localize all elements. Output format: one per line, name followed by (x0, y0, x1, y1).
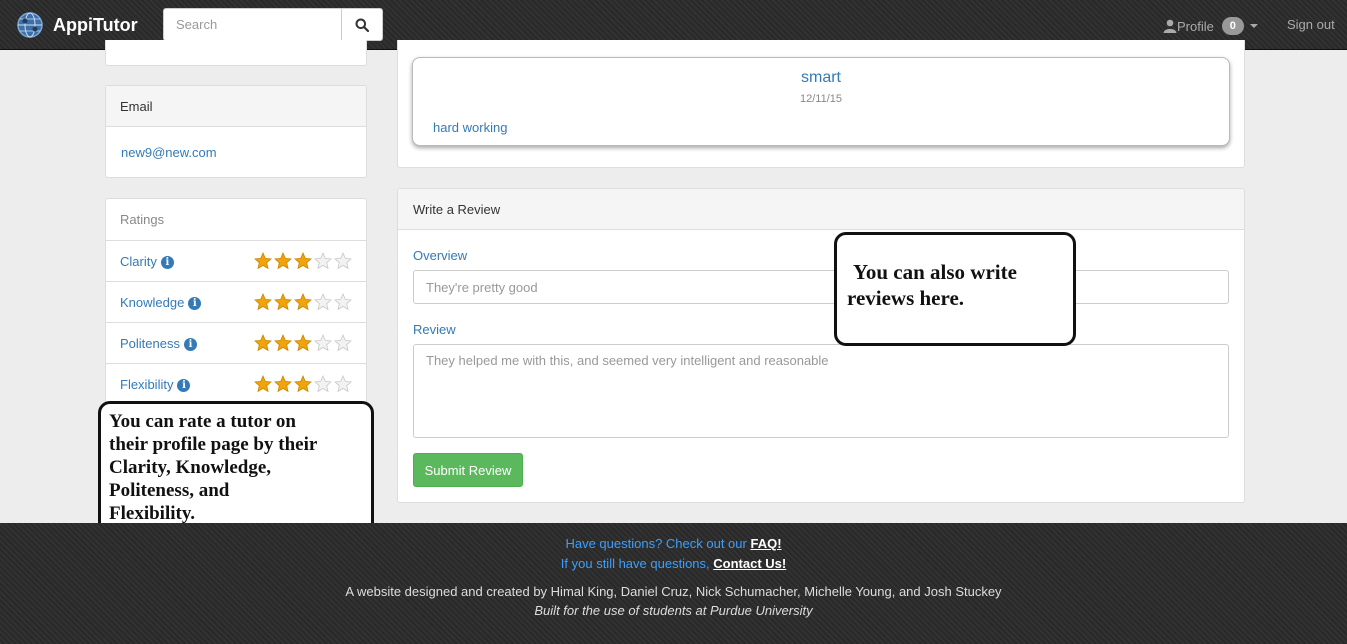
search-bar (163, 8, 383, 41)
review-date: 12/11/15 (799, 93, 842, 105)
star-empty-icon[interactable] (314, 334, 332, 352)
star-rating[interactable] (254, 375, 354, 393)
sidebar-previous-panel (105, 40, 367, 66)
chevron-down-icon (1249, 24, 1258, 28)
star-rating[interactable] (254, 334, 354, 352)
star-filled-icon[interactable] (294, 293, 312, 311)
search-button[interactable] (342, 8, 383, 41)
star-filled-icon[interactable] (254, 293, 272, 311)
brand[interactable]: AppiTutor (16, 10, 138, 40)
star-filled-icon[interactable] (274, 334, 292, 352)
rating-row: Flexibility i (106, 363, 366, 404)
star-empty-icon[interactable] (334, 334, 352, 352)
callout-line: Politeness, and (109, 480, 230, 501)
brand-name[interactable]: AppiTutor (53, 15, 138, 36)
star-filled-icon[interactable] (254, 334, 272, 352)
star-filled-icon[interactable] (254, 252, 272, 270)
write-review-heading: Write a Review (398, 189, 1244, 230)
callout-line: their profile page by their (109, 434, 318, 455)
info-icon[interactable]: i (183, 338, 197, 351)
review-title: smart (801, 69, 841, 86)
search-icon (355, 18, 369, 32)
rating-label-text: Flexibility (120, 377, 174, 392)
callout-line: You can also write (853, 260, 1017, 284)
star-filled-icon[interactable] (274, 252, 292, 270)
faq-link[interactable]: FAQ! (750, 536, 781, 551)
ratings-heading: Ratings (120, 212, 165, 227)
email-value[interactable]: new9@new.com (121, 145, 217, 160)
star-rating[interactable] (254, 252, 354, 270)
credits-text: A website designed and created by Himal … (345, 584, 1002, 599)
review-card: smart 12/11/15 hard working (412, 57, 1230, 146)
star-rating[interactable] (254, 293, 354, 311)
info-icon[interactable]: i (188, 297, 202, 310)
rating-row: Knowledge i (106, 281, 366, 322)
contact-line: If you still have questions, Contact Us! (0, 556, 1347, 571)
star-filled-icon[interactable] (294, 334, 312, 352)
callout-line: reviews here. (847, 286, 965, 310)
globe-logo-icon (17, 12, 43, 38)
star-empty-icon[interactable] (334, 375, 352, 393)
sign-out-link[interactable]: Sign out (1287, 17, 1335, 32)
rating-callout: You can rate a tutor on their profile pa… (98, 401, 374, 536)
email-panel: Email new9@new.com (105, 85, 367, 178)
faq-line: Have questions? Check out our FAQ! (0, 536, 1347, 551)
star-filled-icon[interactable] (294, 375, 312, 393)
footer: Have questions? Check out our FAQ! If yo… (0, 523, 1347, 644)
info-icon[interactable]: i (177, 379, 191, 392)
rating-row: Politeness i (106, 322, 366, 363)
user-icon (1163, 19, 1177, 33)
submit-review-button[interactable]: Submit Review (413, 453, 523, 487)
star-filled-icon[interactable] (294, 252, 312, 270)
star-filled-icon[interactable] (254, 375, 272, 393)
rating-label: Clarity i (120, 254, 174, 269)
rating-label: Politeness i (120, 336, 197, 351)
star-filled-icon[interactable] (274, 375, 292, 393)
rating-label: Knowledge i (120, 295, 202, 310)
overview-input[interactable] (413, 270, 1229, 304)
star-empty-icon[interactable] (314, 293, 332, 311)
callout-line: Clarity, Knowledge, (109, 457, 272, 478)
info-icon[interactable]: i (160, 256, 174, 269)
star-empty-icon[interactable] (334, 252, 352, 270)
rating-label-text: Politeness (120, 336, 180, 351)
rating-label-text: Knowledge (120, 295, 185, 310)
star-empty-icon[interactable] (334, 293, 352, 311)
email-heading: Email (106, 86, 366, 127)
callout-line: Flexibility. (109, 503, 196, 524)
faq-prefix: Have questions? Check out our (565, 536, 747, 551)
write-review-callout: You can also write reviews here. (834, 232, 1076, 346)
star-empty-icon[interactable] (314, 375, 332, 393)
contact-link[interactable]: Contact Us! (713, 556, 786, 571)
review-body: hard working (433, 120, 508, 135)
built-for-text: Built for the use of students at Purdue … (534, 603, 813, 618)
profile-dropdown[interactable]: Profile 0 (1163, 17, 1258, 35)
search-input[interactable] (163, 8, 342, 41)
ratings-panel: Ratings Clarity i Knowledge i Politeness i Fle… (105, 198, 367, 404)
profile-label: Profile (1177, 18, 1214, 34)
rating-label: Flexibility i (120, 377, 191, 392)
overview-label: Overview (413, 248, 468, 263)
star-filled-icon[interactable] (274, 293, 292, 311)
notification-badge: 0 (1221, 17, 1244, 35)
rating-row: Clarity i (106, 240, 366, 281)
contact-prefix: If you still have questions, (560, 556, 710, 571)
review-textarea[interactable] (413, 344, 1229, 438)
rating-label-text: Clarity (120, 254, 157, 269)
star-empty-icon[interactable] (314, 252, 332, 270)
callout-line: You can rate a tutor on (109, 411, 297, 432)
review-label: Review (413, 322, 456, 337)
